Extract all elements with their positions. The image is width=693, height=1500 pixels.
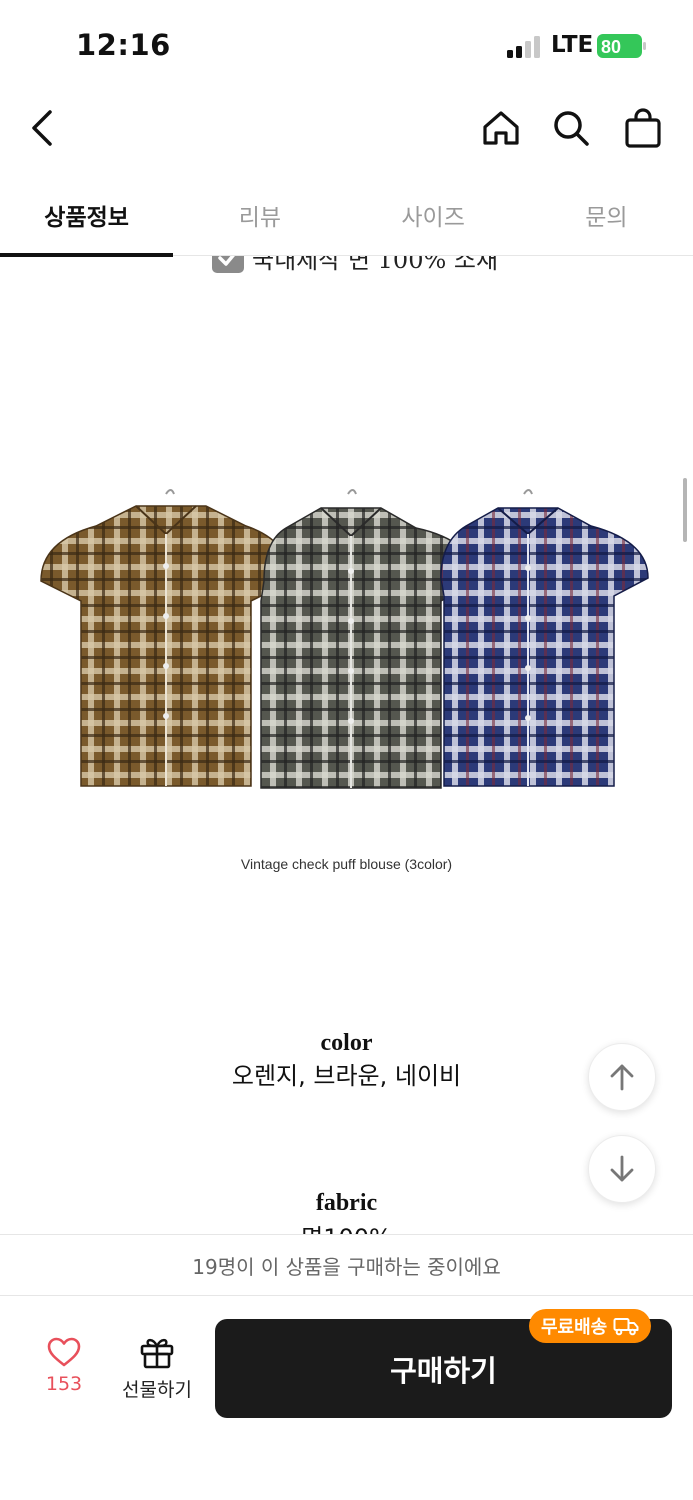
fabric-heading: fabric (315, 1190, 378, 1216)
search-icon[interactable] (547, 104, 595, 152)
truck-icon (613, 1318, 639, 1336)
fabric-value: 면100% (0, 1218, 693, 1234)
home-icon[interactable] (477, 104, 525, 152)
battery-icon: 80 (597, 34, 647, 58)
like-button[interactable]: 153 (30, 1337, 98, 1395)
status-time: 12:16 (76, 28, 171, 62)
signal-icon (507, 36, 540, 58)
gift-button[interactable]: 선물하기 (112, 1335, 202, 1402)
tab-product-info[interactable]: 상품정보 (0, 176, 174, 257)
gift-label: 선물하기 (122, 1379, 192, 1401)
blouse-navy (440, 489, 649, 787)
color-heading: color (320, 1030, 373, 1056)
gift-icon (140, 1338, 174, 1369)
blouse-brown (40, 489, 292, 787)
purchase-notice: 19명이 이 상품을 구매하는 중이에요 (0, 1234, 693, 1296)
like-count: 153 (45, 1373, 83, 1395)
checkbox-icon (212, 256, 244, 273)
bottom-action-bar: 153 선물하기 무료배송 구매하기 (0, 1297, 693, 1500)
free-shipping-label: 무료배송 (541, 1317, 608, 1338)
free-shipping-badge: 무료배송 (529, 1309, 652, 1343)
scroll-down-button[interactable] (588, 1135, 656, 1203)
tab-inquiry[interactable]: 문의 (520, 176, 693, 256)
network-label: LTE (551, 32, 594, 58)
tab-size[interactable]: 사이즈 (347, 176, 520, 256)
feature-line: 국내제작 면 100% 소재 (212, 256, 498, 275)
tab-reviews[interactable]: 리뷰 (173, 176, 346, 256)
product-image (40, 489, 649, 789)
product-tabs: 상품정보 리뷰 사이즈 문의 (0, 176, 693, 257)
heart-icon (47, 1337, 81, 1367)
arrow-up-icon (610, 1064, 634, 1091)
scrollbar[interactable] (683, 478, 687, 542)
back-arrow-icon[interactable] (18, 104, 66, 152)
arrow-down-icon (610, 1155, 634, 1182)
battery-level: 80 (601, 37, 621, 57)
top-navigation (0, 92, 693, 164)
status-bar: 12:16 LTE 80 (0, 0, 693, 92)
product-caption: Vintage check puff blouse (3color) (240, 856, 453, 872)
scroll-up-button[interactable] (588, 1043, 656, 1111)
feature-text: 국내제작 면 100% 소재 (252, 256, 499, 274)
shopping-bag-icon[interactable] (619, 104, 667, 152)
